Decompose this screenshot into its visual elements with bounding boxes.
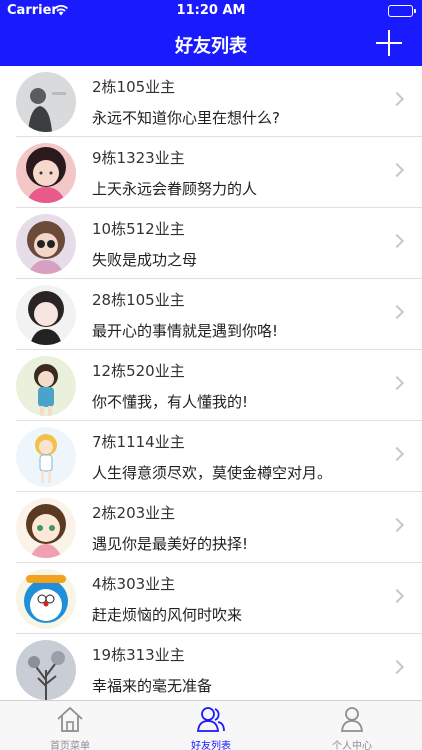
friend-name: 2栋105业主 xyxy=(92,78,176,96)
friend-message: 永远不知道你心里在想什么? xyxy=(92,109,280,127)
friend-message: 上天永远会眷顾努力的人 xyxy=(92,180,258,198)
chevron-right-icon xyxy=(389,446,405,462)
clock: 11:20 AM xyxy=(176,3,246,18)
avatar xyxy=(16,427,76,487)
chevron-right-icon xyxy=(389,91,405,107)
tab-label: 首页菜单 xyxy=(50,741,90,750)
list-item[interactable]: 2栋105业主 永远不知道你心里在想什么? xyxy=(0,66,422,137)
friend-message: 最开心的事情就是遇到你咯! xyxy=(92,322,279,340)
chevron-right-icon xyxy=(389,233,405,249)
avatar xyxy=(16,356,76,416)
person-icon xyxy=(337,705,367,733)
list-item[interactable]: 9栋1323业主 上天永远会眷顾努力的人 xyxy=(0,137,422,208)
friend-list: 2栋105业主 永远不知道你心里在想什么? 9栋1323业主 上天永远会眷顾努力… xyxy=(0,66,422,700)
tab-label: 个人中心 xyxy=(332,741,372,750)
tab-label: 好友列表 xyxy=(191,741,231,750)
list-item[interactable]: 2栋203业主 遇见你是最美好的抉择! xyxy=(0,492,422,563)
friend-message: 赶走烦恼的风何时吹来 xyxy=(92,606,243,624)
add-friend-button[interactable] xyxy=(376,30,402,56)
avatar xyxy=(16,569,76,629)
tab-friend-list[interactable]: 好友列表 xyxy=(141,701,281,750)
friend-name: 19栋313业主 xyxy=(92,646,185,664)
friend-name: 10栋512业主 xyxy=(92,220,185,238)
tab-personal-center[interactable]: 个人中心 xyxy=(282,701,422,750)
list-item[interactable]: 10栋512业主 失败是成功之母 xyxy=(0,208,422,279)
chevron-right-icon xyxy=(389,659,405,675)
friend-name: 9栋1323业主 xyxy=(92,149,185,167)
status-bar: Carrier 11:20 AM xyxy=(0,0,422,22)
list-item[interactable]: 4栋303业主 赶走烦恼的风何时吹来 xyxy=(0,563,422,634)
friend-name: 4栋303业主 xyxy=(92,575,176,593)
avatar xyxy=(16,72,76,132)
friend-message: 人生得意须尽欢，莫使金樽空对月。 xyxy=(92,464,333,482)
nav-bar: 好友列表 xyxy=(0,22,422,66)
list-item[interactable]: 12栋520业主 你不懂我，有人懂我的! xyxy=(0,350,422,421)
friend-message: 失败是成功之母 xyxy=(92,251,198,269)
friend-name: 28栋105业主 xyxy=(92,291,185,309)
friend-name: 2栋203业主 xyxy=(92,504,176,522)
avatar xyxy=(16,214,76,274)
friend-message: 你不懂我，有人懂我的! xyxy=(92,393,249,411)
battery-icon xyxy=(388,5,416,17)
avatar xyxy=(16,498,76,558)
page-title: 好友列表 xyxy=(175,36,247,57)
tab-bar: 首页菜单 好友列表 个人中心 xyxy=(0,700,422,750)
chevron-right-icon xyxy=(389,517,405,533)
list-item[interactable]: 19栋313业主 幸福来的毫无准备 xyxy=(0,634,422,700)
avatar xyxy=(16,640,76,700)
friend-name: 12栋520业主 xyxy=(92,362,185,380)
chevron-right-icon xyxy=(389,162,405,178)
friends-icon xyxy=(196,705,226,733)
chevron-right-icon xyxy=(389,304,405,320)
avatar xyxy=(16,285,76,345)
list-item[interactable]: 28栋105业主 最开心的事情就是遇到你咯! xyxy=(0,279,422,350)
friend-message: 幸福来的毫无准备 xyxy=(92,677,213,695)
chevron-right-icon xyxy=(389,375,405,391)
friend-message: 遇见你是最美好的抉择! xyxy=(92,535,249,553)
friend-name: 7栋1114业主 xyxy=(92,433,185,451)
home-icon xyxy=(55,705,85,733)
tab-home-menu[interactable]: 首页菜单 xyxy=(0,701,140,750)
chevron-right-icon xyxy=(389,588,405,604)
list-item[interactable]: 7栋1114业主 人生得意须尽欢，莫使金樽空对月。 xyxy=(0,421,422,492)
avatar xyxy=(16,143,76,203)
